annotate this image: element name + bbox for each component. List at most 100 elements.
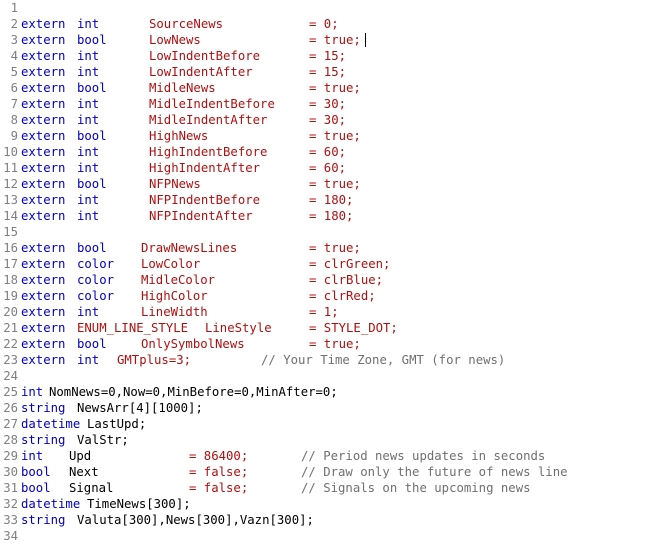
line-number: 28 <box>3 433 18 447</box>
code-token: LowNews <box>149 33 201 47</box>
line-number: 6 <box>10 81 18 95</box>
code-line[interactable]: 27 datetime LastUpd; <box>0 416 669 432</box>
code-token: = true; <box>309 81 361 95</box>
code-line[interactable]: 32 datetime TimeNews[300]; <box>0 496 669 512</box>
code-token: = 180; <box>309 193 354 207</box>
code-line[interactable]: 9 extern bool HighNews = true; <box>0 128 669 144</box>
code-token: int <box>77 17 100 31</box>
code-token: NFPNews <box>149 177 201 191</box>
code-line[interactable]: 26 string NewsArr[4][1000]; <box>0 400 669 416</box>
code-token: int <box>77 65 100 79</box>
code-line[interactable]: 11 extern int HighIndentAfter = 60; <box>0 160 669 176</box>
code-line[interactable]: 10 extern int HighIndentBefore = 60; <box>0 144 669 160</box>
code-token: int <box>77 305 100 319</box>
code-token: extern <box>21 113 66 127</box>
code-token: TimeNews[300]; <box>87 497 191 511</box>
code-line[interactable]: 22 extern bool OnlySymbolNews = true; <box>0 336 669 352</box>
code-token: Upd <box>69 449 92 463</box>
code-token: = clrGreen; <box>309 257 391 271</box>
code-token: extern <box>21 289 66 303</box>
code-token: = true; <box>309 129 361 143</box>
code-line[interactable]: 23 extern int GMTplus=3; // Your Time Zone, … <box>0 352 669 368</box>
line-number: 8 <box>10 113 18 127</box>
code-token: color <box>77 257 115 271</box>
line-number: 24 <box>3 369 18 383</box>
code-line[interactable]: 29 int Upd = 86400; // Period news updates i… <box>0 448 669 464</box>
code-token: extern <box>21 49 66 63</box>
code-token: extern <box>21 161 66 175</box>
code-token: LowIndentBefore <box>149 49 261 63</box>
code-token: = 15; <box>309 65 347 79</box>
line-number: 10 <box>3 145 18 159</box>
code-token: string <box>21 513 66 527</box>
code-line[interactable]: 15 <box>0 224 669 240</box>
code-token: NewsArr[4][1000]; <box>77 401 203 415</box>
code-token: = 0; <box>309 17 339 31</box>
code-line[interactable]: 20 extern int LineWidth = 1; <box>0 304 669 320</box>
line-number: 4 <box>10 49 18 63</box>
code-line[interactable]: 21 extern ENUM_LINE_STYLE LineStyle = STYLE_… <box>0 320 669 336</box>
code-token: extern <box>21 305 66 319</box>
code-line[interactable]: 17 extern color LowColor = clrGreen; <box>0 256 669 272</box>
code-line[interactable]: 24 <box>0 368 669 384</box>
line-number: 14 <box>3 209 18 223</box>
code-token: int <box>77 97 100 111</box>
code-line[interactable]: 5 extern int LowIndentAfter = 15; <box>0 64 669 80</box>
code-line[interactable]: 25 int NomNews=0,Now=0,MinBefore=0,MinAfte… <box>0 384 669 400</box>
code-line[interactable]: 33 string Valuta[300],News[300],Vazn[300]; <box>0 512 669 528</box>
code-token: = 86400; <box>189 449 249 463</box>
code-token: = clrBlue; <box>309 273 384 287</box>
code-line[interactable]: 18 extern color MidleColor = clrBlue; <box>0 272 669 288</box>
line-number: 17 <box>3 257 18 271</box>
code-token: color <box>77 289 115 303</box>
code-line[interactable]: 4 extern int LowIndentBefore = 15; <box>0 48 669 64</box>
code-line[interactable]: 19 extern color HighColor = clrRed; <box>0 288 669 304</box>
code-line[interactable]: 1 <box>0 0 669 16</box>
code-line[interactable]: 7 extern int MidleIndentBefore = 30; <box>0 96 669 112</box>
code-line[interactable]: 31 bool Signal = false; // Signals on the up… <box>0 480 669 496</box>
code-token: NFPIndentBefore <box>149 193 261 207</box>
code-line[interactable]: 34 <box>0 528 669 544</box>
line-number: 19 <box>3 289 18 303</box>
line-number: 18 <box>3 273 18 287</box>
code-line[interactable]: 8 extern int MidleIndentAfter = 30; <box>0 112 669 128</box>
code-token: extern <box>21 17 66 31</box>
code-token: extern <box>21 273 66 287</box>
code-token: datetime <box>21 497 81 511</box>
code-line[interactable]: 28 string ValStr; <box>0 432 669 448</box>
code-token: LowColor <box>141 257 201 271</box>
code-token: Valuta[300],News[300],Vazn[300]; <box>77 513 314 527</box>
code-editor[interactable]: 1 2 extern int SourceNews = 0; 3 extern bool LowN… <box>0 0 669 543</box>
code-line[interactable]: 30 bool Next = false; // Draw only the futur… <box>0 464 669 480</box>
code-token: // Your Time Zone, GMT (for news) <box>261 353 506 367</box>
code-line[interactable]: 2 extern int SourceNews = 0; <box>0 16 669 32</box>
code-token: ValStr; <box>77 433 129 447</box>
line-number: 7 <box>10 97 18 111</box>
line-number: 33 <box>3 513 18 527</box>
code-token: = clrRed; <box>309 289 376 303</box>
code-line[interactable]: 12 extern bool NFPNews = true; <box>0 176 669 192</box>
code-line[interactable]: 3 extern bool LowNews = true; <box>0 32 669 48</box>
code-token: HighIndentBefore <box>149 145 268 159</box>
code-token: = false; <box>189 481 249 495</box>
code-token: extern <box>21 353 66 367</box>
code-token: = 60; <box>309 145 347 159</box>
code-token: extern <box>21 33 66 47</box>
code-token: MidleIndentAfter <box>149 113 268 127</box>
code-token: = true; <box>309 177 361 191</box>
code-token: extern <box>21 321 66 335</box>
code-line[interactable]: 6 extern bool MidleNews = true; <box>0 80 669 96</box>
code-line[interactable]: 16 extern bool DrawNewsLines = true; <box>0 240 669 256</box>
code-token: bool <box>77 129 107 143</box>
code-line[interactable]: 14 extern int NFPIndentAfter = 180; <box>0 208 669 224</box>
code-token: extern <box>21 193 66 207</box>
code-token: extern <box>21 209 66 223</box>
code-token: int <box>77 193 100 207</box>
code-token: OnlySymbolNews <box>141 337 245 351</box>
code-token: = 30; <box>309 113 347 127</box>
code-token: int <box>77 49 100 63</box>
line-number: 5 <box>10 65 18 79</box>
code-token: bool <box>77 337 107 351</box>
code-line[interactable]: 13 extern int NFPIndentBefore = 180; <box>0 192 669 208</box>
code-token: int <box>77 209 100 223</box>
